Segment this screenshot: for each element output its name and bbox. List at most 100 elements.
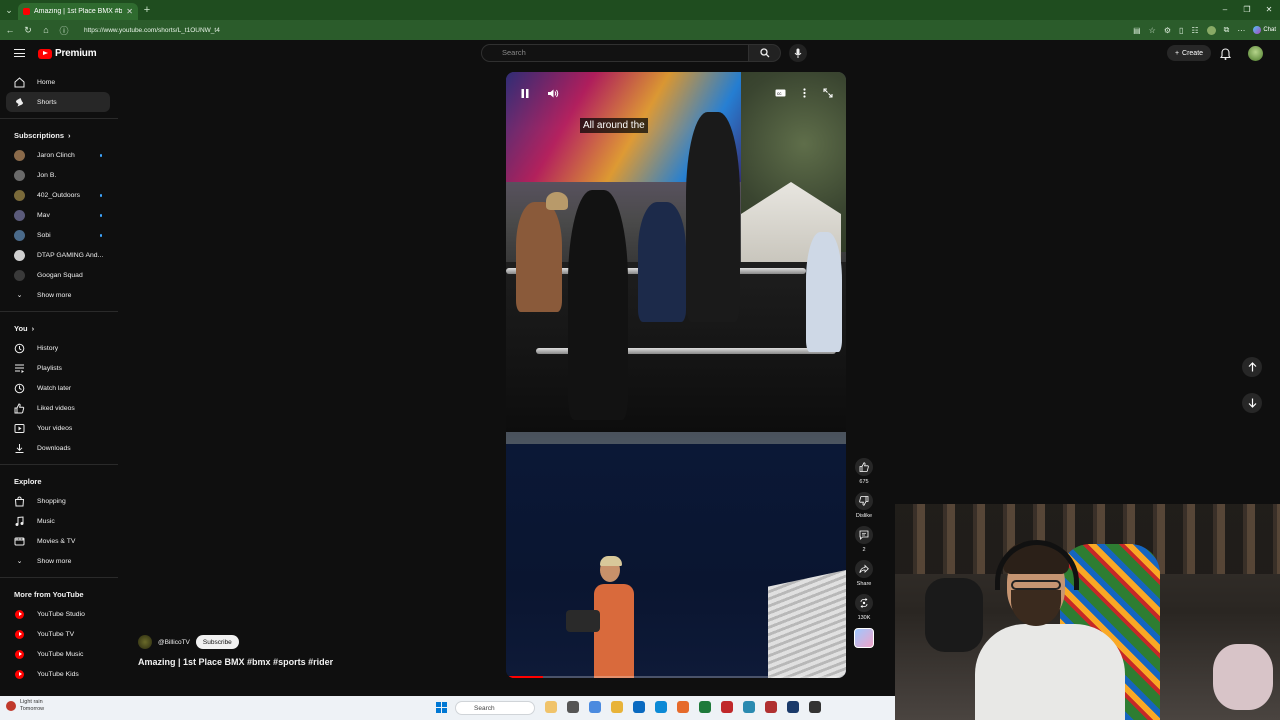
sidebar-item-youtube-tv[interactable]: YouTube TV <box>0 624 118 644</box>
explore-show-more[interactable]: ⌄ Show more <box>0 551 118 571</box>
favorites-icon[interactable]: ☷ <box>1191 26 1198 35</box>
menu-icon[interactable] <box>14 49 25 57</box>
sidebar-item-402-outdoors[interactable]: 402_Outdoors <box>0 185 118 205</box>
close-window-icon[interactable]: ✕ <box>1258 0 1280 20</box>
chevron-down-icon: ⌄ <box>16 292 23 299</box>
search-button[interactable] <box>749 44 781 62</box>
app-record-icon[interactable] <box>765 701 777 713</box>
sidebar-item-your-videos[interactable]: Your videos <box>0 418 118 438</box>
start-button[interactable] <box>436 702 447 713</box>
sidebar-item-liked-videos[interactable]: Liked videos <box>0 398 118 418</box>
share-button[interactable] <box>855 560 873 578</box>
copilot-chat-button[interactable]: Chat <box>1253 26 1276 34</box>
dislike-button[interactable] <box>855 492 873 510</box>
split-icon[interactable]: ▯ <box>1179 26 1183 35</box>
sidebar-item-shopping[interactable]: Shopping <box>0 491 118 511</box>
sound-thumbnail[interactable] <box>854 628 874 648</box>
steam-icon[interactable] <box>787 701 799 713</box>
tab-search-icon[interactable]: ⌄ <box>0 0 18 20</box>
next-short-button[interactable] <box>1242 393 1262 413</box>
comments-button[interactable] <box>855 526 873 544</box>
site-info-icon[interactable]: ⓘ <box>58 24 70 37</box>
more-options-button[interactable] <box>797 86 811 100</box>
sidebar-item-label: Shopping <box>37 497 66 505</box>
sidebar-item-music[interactable]: Music <box>0 511 118 531</box>
video-progress-bar[interactable] <box>506 676 846 678</box>
shorts-video-player[interactable]: All around the cc <box>506 72 846 678</box>
fullscreen-button[interactable] <box>821 86 835 100</box>
sidebar-item-home[interactable]: Home <box>0 72 118 92</box>
captions-button[interactable]: cc <box>773 86 787 100</box>
spectator-blue <box>638 202 686 322</box>
create-button[interactable]: + Create <box>1167 45 1211 61</box>
weather-icon <box>6 701 16 711</box>
sidebar-item-movies-tv[interactable]: Movies & TV <box>0 531 118 551</box>
firefox-icon[interactable] <box>677 701 689 713</box>
sidebar-show-more[interactable]: ⌄ Show more <box>0 285 118 305</box>
subscriptions-heading[interactable]: Subscriptions › <box>0 125 118 145</box>
mute-button[interactable] <box>546 86 560 100</box>
previous-short-button[interactable] <box>1242 357 1262 377</box>
short-title[interactable]: Amazing | 1st Place BMX #bmx #sports #ri… <box>138 657 333 667</box>
app-green-icon[interactable] <box>699 701 711 713</box>
back-icon[interactable]: ← <box>4 25 16 35</box>
share-action: Share <box>852 560 876 587</box>
extensions-icon[interactable]: ⚙ <box>1164 26 1171 35</box>
reload-icon[interactable]: ↻ <box>22 25 34 36</box>
app-icon[interactable] <box>545 701 557 713</box>
channel-avatar[interactable] <box>138 635 152 649</box>
copilot-app-icon[interactable] <box>589 701 601 713</box>
reader-icon[interactable]: ▤ <box>1133 26 1141 35</box>
more-icon[interactable]: ⋯ <box>1237 26 1245 35</box>
sidebar-item-youtube-kids[interactable]: YouTube Kids <box>0 664 118 684</box>
sidebar-item-playlists[interactable]: Playlists <box>0 358 118 378</box>
remix-button[interactable] <box>855 594 873 612</box>
sidebar-item-watch-later[interactable]: Watch later <box>0 378 118 398</box>
browser-tab-active[interactable]: Amazing | 1st Place BMX #bm ✕ <box>18 3 138 20</box>
search-input[interactable]: Search <box>481 44 749 62</box>
new-content-dot <box>99 194 102 197</box>
weather-sub: Tomorrow <box>20 706 45 712</box>
sidebar-item-shorts[interactable]: Shorts <box>6 92 110 112</box>
sidebar-item-youtube-studio[interactable]: YouTube Studio <box>0 604 118 624</box>
sidebar-item-downloads[interactable]: Downloads <box>0 438 118 458</box>
pause-button[interactable] <box>518 86 532 100</box>
sidebar-item-label: Movies & TV <box>37 537 76 545</box>
home-browser-icon[interactable]: ⌂ <box>40 25 52 35</box>
account-avatar[interactable] <box>1248 46 1263 61</box>
youtube-logo[interactable]: Premium <box>38 48 97 59</box>
tab-close-icon[interactable]: ✕ <box>126 7 133 16</box>
sidebar-item-googan-squad[interactable]: Googan Squad <box>0 265 118 285</box>
edge-icon[interactable] <box>655 701 667 713</box>
collections-icon[interactable]: ⧉ <box>1224 25 1230 35</box>
sidebar-item-history[interactable]: History <box>0 338 118 358</box>
app-blue-icon[interactable] <box>743 701 755 713</box>
sidebar-item-jon-b[interactable]: Jon B. <box>0 165 118 185</box>
app-red-icon[interactable] <box>721 701 733 713</box>
sidebar-item-label: Mav <box>37 211 50 219</box>
taskbar-search[interactable]: Search <box>455 701 535 715</box>
browser-profile-icon[interactable] <box>1206 25 1216 35</box>
sidebar-item-youtube-music[interactable]: YouTube Music <box>0 644 118 664</box>
you-heading[interactable]: You › <box>0 318 118 338</box>
sidebar-item-jaron-clinch[interactable]: Jaron Clinch <box>0 145 118 165</box>
notifications-button[interactable] <box>1219 47 1232 65</box>
weather-text: Light rain Tomorrow <box>20 699 44 713</box>
sidebar-item-sobi[interactable]: Sobi <box>0 225 118 245</box>
sidebar-item-mav[interactable]: Mav <box>0 205 118 225</box>
task-view-icon[interactable] <box>567 701 579 713</box>
weather-widget[interactable]: Light rain Tomorrow <box>6 699 44 713</box>
sidebar-item-dtap-gaming-and[interactable]: DTAP GAMING And... <box>0 245 118 265</box>
store-icon[interactable] <box>633 701 645 713</box>
channel-name[interactable]: @BillicoTV <box>158 639 190 646</box>
new-tab-icon[interactable]: + <box>138 4 156 16</box>
restore-icon[interactable]: ❐ <box>1236 0 1258 20</box>
url-field[interactable]: https://www.youtube.com/shorts/L_t1OUNW_… <box>84 27 220 34</box>
subscribe-button[interactable]: Subscribe <box>195 635 239 649</box>
file-explorer-icon[interactable] <box>611 701 623 713</box>
favorite-star-icon[interactable]: ☆ <box>1149 26 1156 35</box>
minimize-icon[interactable]: – <box>1214 0 1236 20</box>
like-button[interactable] <box>855 458 873 476</box>
voice-search-button[interactable] <box>789 44 807 62</box>
obs-icon[interactable] <box>809 701 821 713</box>
